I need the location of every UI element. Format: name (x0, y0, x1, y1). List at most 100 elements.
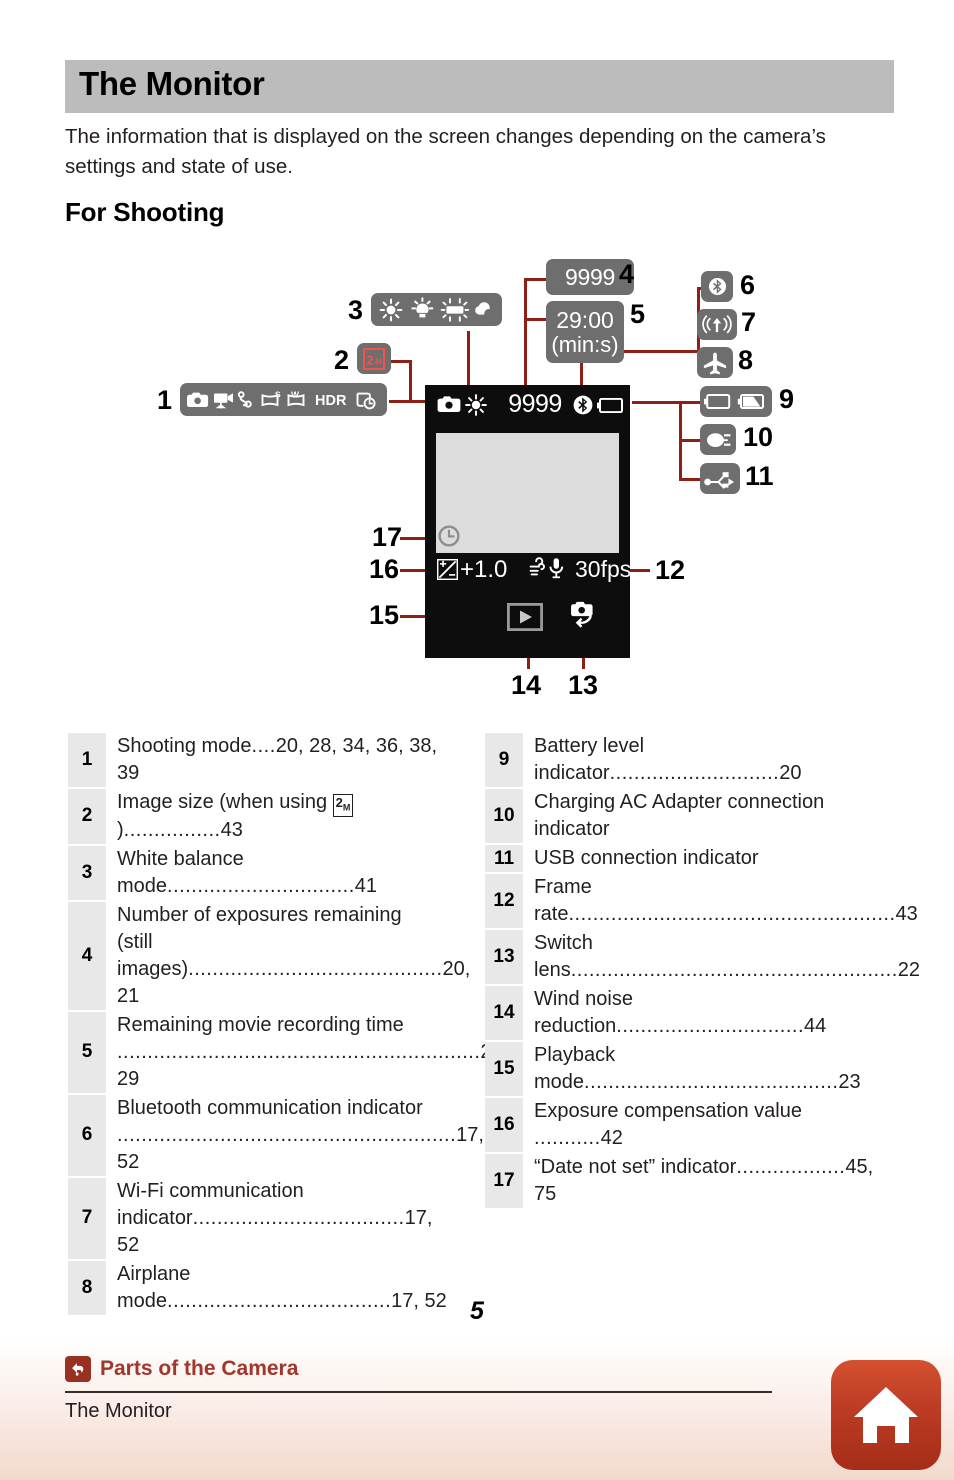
breadcrumb[interactable]: Parts of the Camera (65, 1356, 298, 1382)
wifi-antenna-icon (702, 314, 732, 333)
callout-number-1: 1 (157, 385, 173, 415)
callout-badge-2: 2 M (357, 343, 391, 374)
legend-row-text: Frame rate..............................… (534, 876, 918, 925)
playback-play-icon[interactable] (506, 602, 544, 636)
callout-number-15: 15 (369, 600, 400, 630)
camera-monitor-screen: 9999 +1.0 30fps (425, 385, 631, 658)
legend-row-number: 1 (68, 733, 106, 787)
legend-row: 1 Shooting mode....20, 28, 34, 36, 38, 39 (68, 733, 456, 787)
svg-text:2: 2 (366, 352, 373, 367)
usb-icon (704, 471, 734, 489)
svg-text:S: S (275, 389, 281, 399)
legend-row: 4 Number of exposures remaining (still ima… (68, 901, 470, 1010)
intro-paragraph: The information that is displayed on the… (65, 125, 826, 178)
incandescent-bulb-icon (410, 296, 433, 317)
bluetooth-icon (573, 394, 593, 421)
2m-size-icon: 2 M (363, 347, 385, 370)
legend-column-right: 9 Battery level indicator................… (485, 733, 920, 1210)
battery-half-icon (737, 394, 764, 409)
legend-column-left: 1 Shooting mode....20, 28, 34, 36, 38, 39… (68, 733, 508, 1317)
monitor-diagram: 9999 +1.0 30fps 1 S W HDR 2 2 M 3 9999 4… (0, 245, 954, 705)
callout-number-9: 9 (779, 384, 795, 414)
legend-row: 16 Exposure compensation value ..........… (485, 1098, 875, 1152)
legend-row-text: USB connection indicator (534, 847, 759, 869)
movie-camera-icon (213, 392, 233, 408)
switch-lens-icon[interactable] (565, 597, 601, 638)
legend-row-number: 3 (68, 845, 106, 900)
legend-row-number: 5 (68, 1011, 106, 1093)
callout-badge-6 (701, 271, 733, 302)
legend-row-number: 10 (485, 789, 523, 843)
leader-line-9 (632, 401, 705, 404)
legend-row-text: Number of exposures remaining (still imag… (117, 903, 471, 1007)
legend-row-number: 11 (485, 845, 523, 872)
page-footer: Parts of the Camera The Monitor (0, 1338, 954, 1480)
callout-badge-8 (697, 347, 733, 378)
live-view-area (436, 433, 619, 553)
page-number: 5 (470, 1297, 484, 1325)
callout-number-3: 3 (348, 295, 364, 325)
section-heading: For Shooting (65, 197, 225, 227)
leader-line-4b (524, 278, 527, 393)
wind-noise-reduction-icon (529, 557, 567, 586)
legend-row-number: 4 (68, 901, 106, 1010)
legend-row-text: Charging AC Adapter connection indicator (534, 791, 825, 840)
legend-row-number: 2 (68, 789, 106, 844)
legend-row: 13 Switch lens...........................… (485, 930, 920, 984)
page-title: The Monitor (79, 65, 265, 102)
legend-row-number: 12 (485, 874, 523, 928)
back-arrow-icon[interactable] (65, 1356, 91, 1382)
home-button[interactable] (831, 1360, 941, 1470)
legend-row-number: 9 (485, 733, 523, 787)
callout-number-11: 11 (745, 461, 774, 491)
legend-row-text: Wind noise reduction....................… (534, 988, 827, 1037)
legend-row-number: 7 (68, 1177, 106, 1259)
cloudy-icon (474, 301, 490, 315)
callout-badge-10 (700, 424, 736, 455)
callout-number-12: 12 (655, 555, 686, 585)
svg-text:W: W (291, 389, 300, 399)
hdr-label: HDR (315, 393, 347, 409)
legend-row-text: Wi-Fi communication indicator............… (117, 1179, 433, 1256)
exposure-compensation-value: +1.0 (460, 556, 508, 583)
power-plug-icon (707, 432, 731, 447)
legend-row: 11 USB connection indicator (485, 845, 875, 872)
legend-row-text: Image size (when using 2M)..............… (106, 789, 456, 844)
exposures-remaining-value: 9999 (508, 390, 562, 418)
leader-line-5a (524, 318, 547, 321)
callout-number-13: 13 (568, 670, 599, 700)
leader-line-2b (409, 360, 412, 402)
callout-number-5: 5 (630, 299, 646, 329)
timelapse-icon (356, 392, 376, 409)
legend-row-text: Playback mode...........................… (534, 1044, 861, 1093)
screen-top-bar: 9999 (425, 385, 630, 431)
footer-subtitle: The Monitor (65, 1400, 172, 1422)
daylight-sun-icon (379, 298, 402, 321)
bluetooth-icon (708, 277, 726, 296)
callout-badge-11 (700, 463, 740, 494)
callout-badge-9 (700, 386, 772, 417)
map-pin-icon (244, 400, 252, 408)
legend-row-number: 15 (485, 1042, 523, 1096)
callout-badge-7 (697, 309, 737, 340)
screen-info-row: +1.0 30fps (425, 556, 631, 587)
callout-number-14: 14 (511, 670, 542, 700)
legend-row: 7 Wi-Fi communication indicator...........… (68, 1177, 456, 1259)
callout-5-line1: 29:00 (556, 307, 614, 333)
callout-number-6: 6 (740, 270, 756, 300)
leader-line-3 (467, 331, 470, 391)
legend-row: 2 Image size (when using 2M).............… (68, 789, 456, 844)
battery-full-icon (704, 394, 731, 409)
exposure-compensation-icon (436, 558, 459, 585)
callout-number-8: 8 (738, 345, 754, 375)
leader-line-4a (524, 278, 547, 281)
fluorescent-tube-icon (440, 297, 469, 322)
manual-page: The Monitor The information that is disp… (0, 0, 954, 1480)
callout-number-4: 4 (619, 259, 635, 289)
legend-row-text: “Date not set” indicator................… (534, 1156, 874, 1205)
callout-badge-1: S W HDR (180, 383, 387, 416)
legend-row: 6 Bluetooth communication indicator......… (68, 1094, 484, 1176)
legend-row: 5 Remaining movie recording time.........… (68, 1011, 508, 1093)
legend-row: 17 “Date not set” indicator..............… (485, 1154, 875, 1208)
camera-icon (437, 395, 461, 418)
